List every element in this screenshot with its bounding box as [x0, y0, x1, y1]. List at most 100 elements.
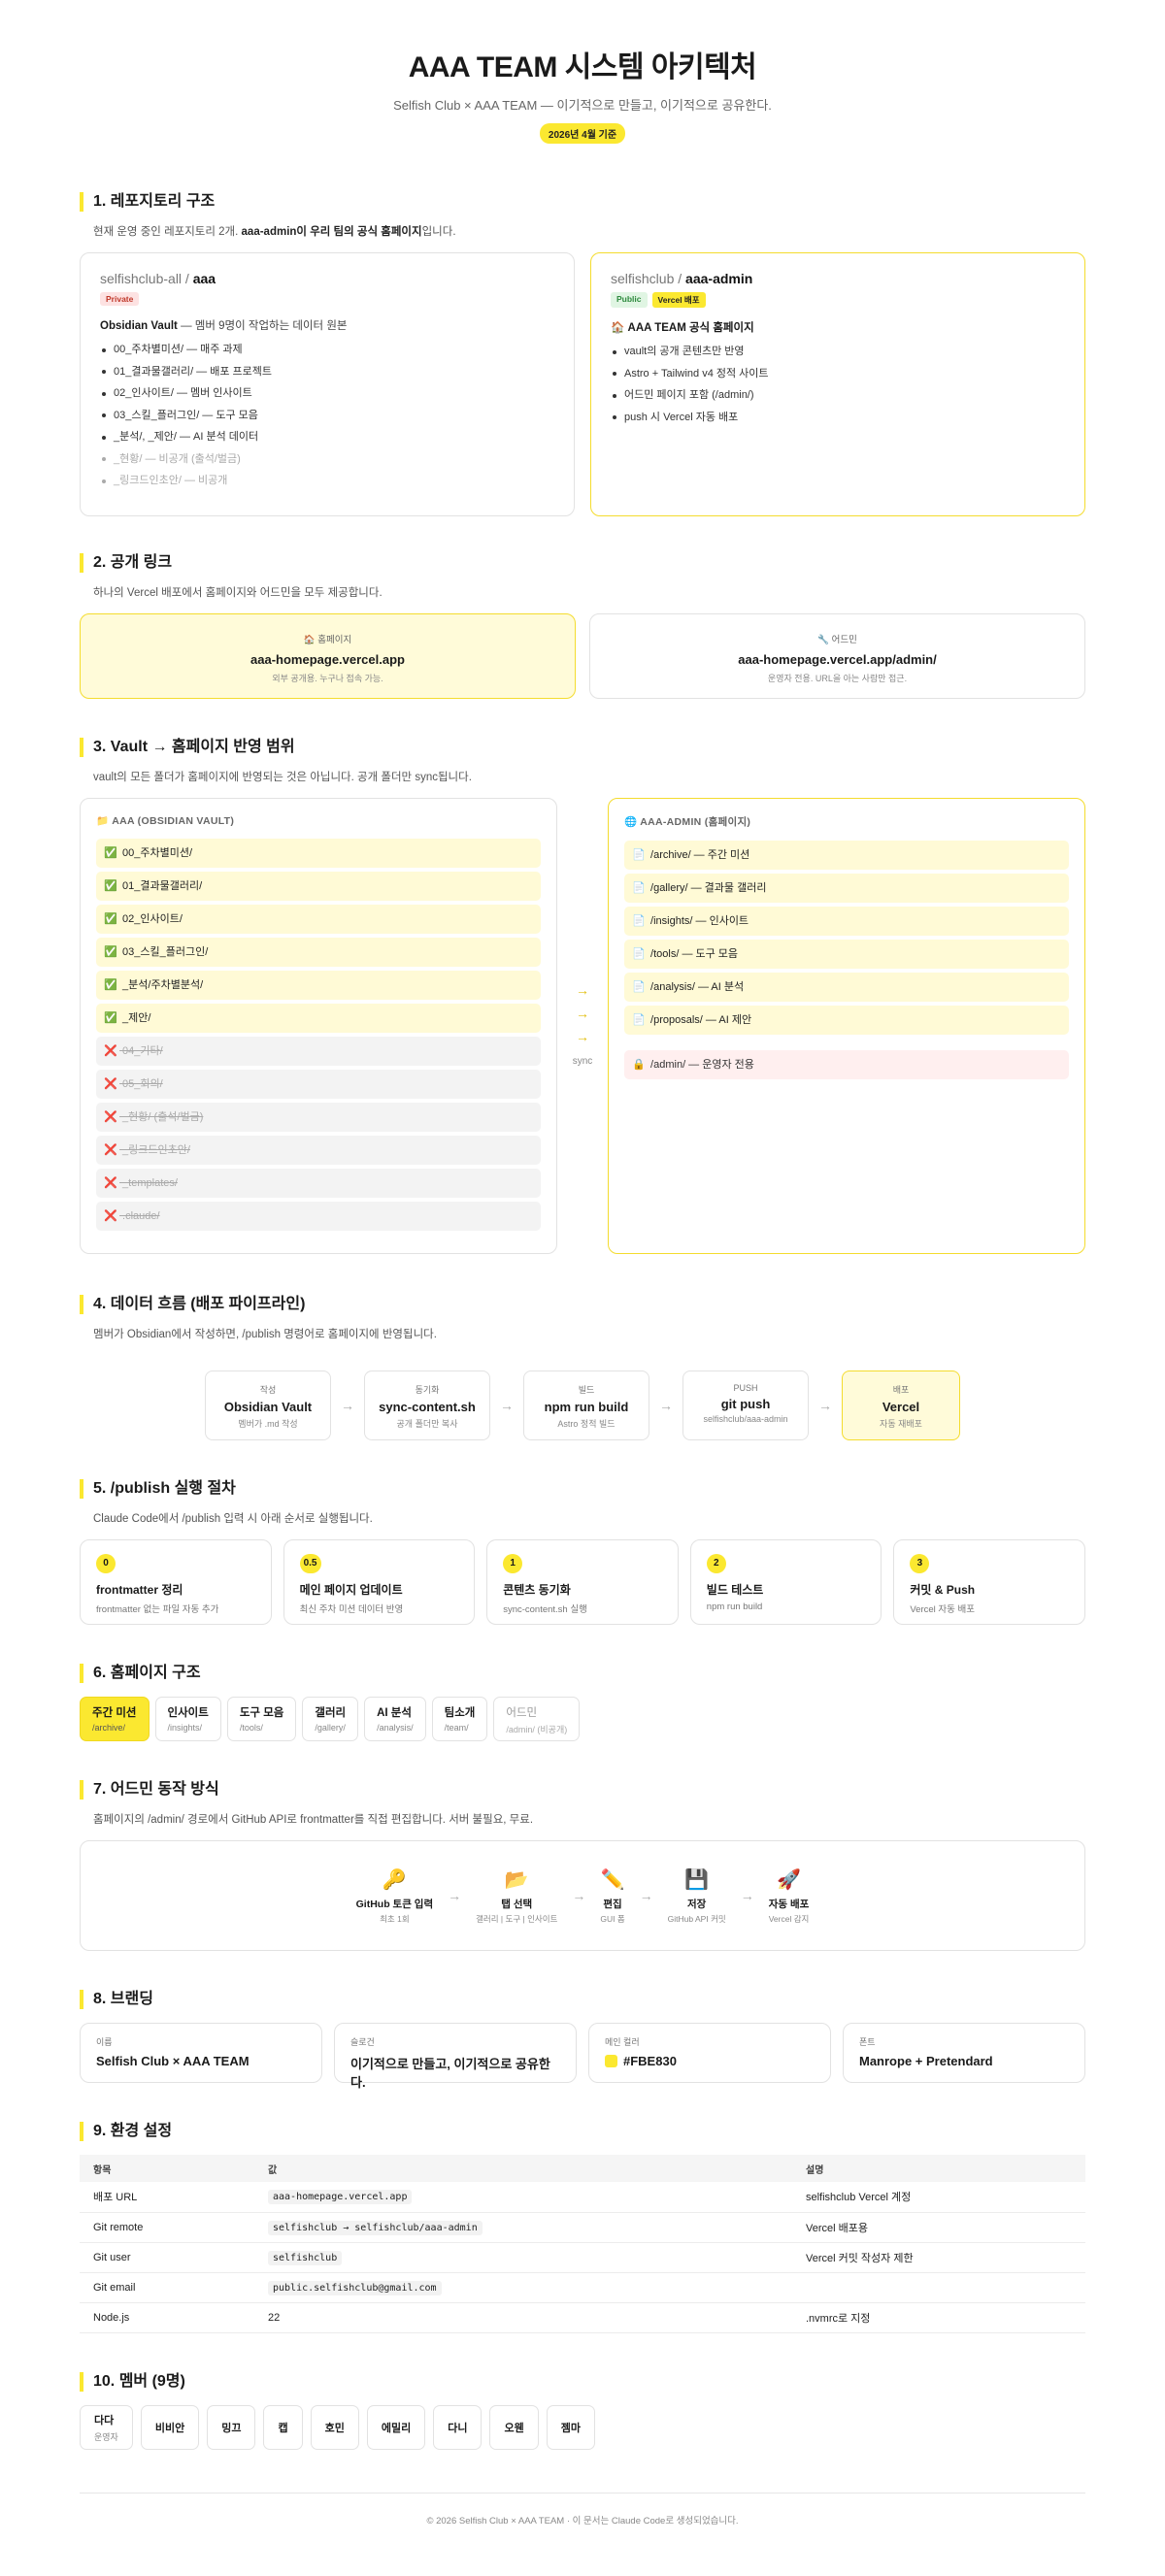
tab-label: AI 분석 — [377, 1707, 412, 1719]
member-name: 다다 — [94, 2414, 115, 2427]
nav-tab[interactable]: 어드민/admin/ (비공개) — [493, 1697, 581, 1741]
branding-cards: 이름 Selfish Club × AAA TEAM 슬로건 이기적으로 만들고, 이… — [80, 2023, 1085, 2090]
list-item: 00_주차별미션/ — 매주 과제 — [100, 339, 554, 361]
env-value: public.selfishclub@gmail.com — [254, 2272, 792, 2303]
member-name: 밍끄 — [221, 2422, 242, 2434]
homepage-label: 🏠 홈페이지 — [303, 635, 352, 645]
table-row: 배포 URL aaa-homepage.vercel.app selfishclub… — [80, 2182, 1085, 2213]
list-item: vault의 공개 콘텐츠만 반영 — [611, 341, 1065, 363]
link-url[interactable]: aaa-homepage.vercel.app/admin/ — [590, 652, 1084, 667]
rocket-icon: 🚀 — [777, 1868, 801, 1891]
check-icon: ✅ — [104, 946, 117, 958]
repo-name[interactable]: selfishclub / aaa-admin — [611, 271, 1065, 286]
list-item-private: _링크드인초안/ — 비공개 — [100, 470, 554, 492]
section-heading: 8. 브랜딩 — [80, 1990, 1085, 2009]
section-heading: 6. 홈페이지 구조 — [80, 1664, 1085, 1683]
nav-tab[interactable]: 인사이트/insights/ — [154, 1697, 221, 1741]
section-description: vault의 모든 폴더가 홈페이지에 반영되는 것은 아닙니다. 공개 폴더만… — [93, 772, 472, 783]
repo-description: 🏠 AAA TEAM 공식 홈페이지 — [611, 322, 754, 334]
step-description: Vercel 자동 배포 — [910, 1604, 976, 1615]
admin-step-detail: GUI 폼 — [600, 1913, 625, 1924]
tab-path: /analysis/ — [377, 1723, 414, 1733]
nav-tab[interactable]: 주간 미션/archive/ — [80, 1697, 150, 1741]
tab-path: /tools/ — [239, 1723, 263, 1733]
link-url[interactable]: aaa-homepage.vercel.app — [81, 652, 575, 667]
folder-icon: 📂 — [504, 1868, 529, 1891]
link-card[interactable]: 🏠 홈페이지 aaa-homepage.vercel.app 외부 공개용. 누구나… — [80, 613, 576, 699]
nav-tab[interactable]: 팀소개/team/ — [431, 1697, 488, 1741]
nav-tab[interactable]: AI 분석/analysis/ — [364, 1697, 426, 1741]
env-value-code: aaa-homepage.vercel.app — [268, 2190, 413, 2205]
vault-folder-synced: ✅ 01_결과물갤러리/ — [96, 872, 541, 901]
page-icon: 📄 — [632, 948, 646, 960]
pencil-icon: ✏️ — [600, 1868, 625, 1891]
admin-step: 🔑 GitHub 토큰 입력 최초 1회 — [356, 1867, 433, 1925]
list-item: 01_결과물갤러리/ — 배포 프로젝트 — [100, 361, 554, 383]
step-kind: 작성 — [259, 1385, 277, 1395]
step-detail: selfishclub/aaa-admin — [703, 1414, 788, 1424]
nav-tab[interactable]: 도구 모음/tools/ — [226, 1697, 297, 1741]
admin-step: 📂 탭 선택갤러리 | 도구 | 인사이트 — [476, 1867, 557, 1925]
vault-folder-synced: ✅ 00_주차별미션/ — [96, 839, 541, 868]
lock-icon: 🔒 — [632, 1059, 646, 1071]
arrow-right-icon: → — [572, 1888, 586, 1903]
branding-key: 폰트 — [859, 2037, 876, 2047]
publish-step: 0.5 메인 페이지 업데이트 최신 주차 미션 데이터 반영 — [283, 1539, 476, 1625]
step-name: npm run build — [544, 1400, 629, 1414]
vault-folder-synced: ✅ _분석/주차별분석/ — [96, 971, 541, 1000]
step-detail: 멤버가 .md 작성 — [238, 1419, 298, 1429]
cross-icon: ❌ — [104, 1210, 117, 1222]
list-item-private: _현황/ — 비공개 (출석/벌금) — [100, 448, 554, 471]
section-description: 현재 운영 중인 레포지토리 2개. aaa-admin이 우리 팀의 공식 홈… — [93, 226, 456, 238]
vault-folder-excluded: ❌ _templates/ — [96, 1169, 541, 1198]
arrow-right-icon: → — [576, 1006, 589, 1021]
admin-step-detail: GitHub API 커밋 — [667, 1913, 726, 1924]
arrow-right-icon: → — [576, 1029, 589, 1044]
table-row: Node.js 22 .nvmrc로 지정 — [80, 2302, 1085, 2333]
admin-route: 🔒 /admin/ — 운영자 전용 — [624, 1050, 1069, 1079]
table-row: Git user selfishclub Vercel 커밋 작성자 제한 — [80, 2242, 1085, 2273]
tab-label: 도구 모음 — [239, 1707, 284, 1719]
step-description: sync-content.sh 실행 — [503, 1604, 587, 1615]
env-key: Node.js — [80, 2302, 254, 2333]
tab-label: 어드민 — [506, 1707, 538, 1719]
repo-tags: Public Vercel 배포 — [611, 292, 1065, 308]
step-number: 3 — [910, 1554, 930, 1573]
env-key: Git remote — [80, 2212, 254, 2243]
env-note — [792, 2272, 1085, 2303]
member-name: 에밀리 — [381, 2422, 412, 2434]
section-environment: 9. 환경 설정 항목 값 설명 배포 URL aaa-homepage.verc… — [80, 2122, 1085, 2333]
repo-name[interactable]: selfishclub-all / aaa — [100, 271, 554, 286]
homepage-route: 📄 /tools/ — 도구 모음 — [624, 940, 1069, 969]
step-kind: 동기화 — [415, 1385, 440, 1395]
member-list: 다다 운영자 비비안 밍끄 캡 호민 에밀리 다니 오웬 젬마 — [80, 2404, 1085, 2450]
section-branding: 8. 브랜딩 이름 Selfish Club × AAA TEAM 슬로건 이기적으로… — [80, 1990, 1085, 2090]
date-badge: 2026년 4월 기준 — [539, 123, 626, 144]
nav-tab[interactable]: 갤러리/gallery/ — [302, 1697, 359, 1741]
pipeline-step: 배포 Vercel 자동 재배포 — [842, 1371, 960, 1440]
link-card[interactable]: 🔧 어드민 aaa-homepage.vercel.app/admin/운영자 전… — [589, 613, 1085, 699]
branding-key: 메인 컬러 — [605, 2037, 640, 2047]
branding-value: 이기적으로 만들고, 이기적으로 공유한다. — [350, 2057, 550, 2090]
homepage-column: 🌐 AAA-ADMIN (홈페이지) 📄 /archive/ — 주간 미션 📄 … — [608, 798, 1085, 1254]
section-publish-steps: 5. /publish 실행 절차 Claude Code에서 /publish… — [80, 1479, 1085, 1625]
repo-card: selfishclub-all / aaa Private Obsidian Vau… — [80, 252, 575, 516]
vault-folder-excluded: ❌ _현황/ (출석/벌금) — [96, 1103, 541, 1132]
env-value-code: selfishclub → selfishclub/aaa-admin — [268, 2220, 483, 2235]
vault-column-header: 📁 AAA (OBSIDIAN VAULT) — [96, 815, 235, 827]
admin-step-detail: 갤러리 | 도구 | 인사이트 — [476, 1913, 558, 1924]
step-title: 콘텐츠 동기화 — [503, 1583, 571, 1597]
tab-path: /archive/ — [92, 1723, 126, 1733]
branding-value: Manrope + Pretendard — [859, 2054, 993, 2068]
visibility-badge: Private — [100, 292, 140, 306]
vault-mapping: 📁 AAA (OBSIDIAN VAULT) ✅ 00_주차별미션/ ✅ 01_결… — [80, 798, 1085, 1254]
vault-folder-synced: ✅ _제안/ — [96, 1004, 541, 1033]
admin-step-title: 탭 선택 — [501, 1898, 533, 1910]
repo-description: Obsidian Vault — 멤버 9명이 작업하는 데이터 원본 — [100, 320, 348, 332]
pipeline-step: 작성 Obsidian Vault 멤버가 .md 작성 — [205, 1371, 331, 1440]
arrow-right-icon: → — [500, 1398, 514, 1413]
tab-path: /team/ — [444, 1723, 469, 1733]
check-icon: ✅ — [104, 847, 117, 859]
homepage-column-header: 🌐 AAA-ADMIN (홈페이지) — [624, 816, 751, 828]
admin-step-detail: Vercel 감지 — [768, 1913, 810, 1924]
